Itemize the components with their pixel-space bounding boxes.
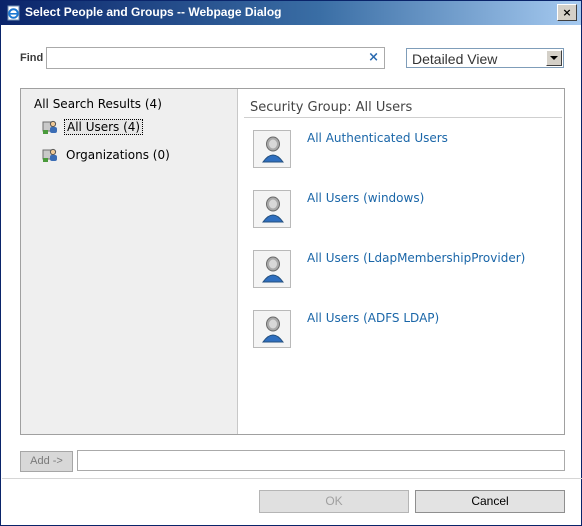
- user-avatar-icon: [253, 310, 291, 348]
- group-header: Security Group: All Users: [250, 100, 413, 115]
- user-avatar-icon: [253, 250, 291, 288]
- entity-name-link[interactable]: All Users (windows): [307, 191, 424, 205]
- header-divider: [244, 117, 562, 118]
- find-field[interactable]: ×: [46, 47, 385, 69]
- close-button[interactable]: ×: [557, 4, 577, 21]
- user-avatar-icon: [253, 190, 291, 228]
- view-select-value: Detailed View: [412, 51, 498, 67]
- results-list: Security Group: All Users All Authentica…: [239, 89, 564, 434]
- find-label: Find: [20, 52, 44, 64]
- entity-row[interactable]: All Users (windows): [253, 190, 553, 230]
- entity-row[interactable]: All Users (ADFS LDAP): [253, 310, 553, 350]
- tree-item-label: Organizations (0): [66, 148, 170, 162]
- window-title: Select People and Groups -- Webpage Dial…: [25, 5, 282, 19]
- entity-name-link[interactable]: All Users (LdapMembershipProvider): [307, 251, 525, 265]
- search-results-panel: All Search Results (4) All Users (4) Org…: [20, 88, 565, 435]
- dialog-window: Select People and Groups -- Webpage Dial…: [0, 0, 582, 526]
- selected-names-field[interactable]: [77, 450, 565, 471]
- dropdown-arrow-icon[interactable]: [546, 50, 562, 66]
- tree-item-all-users[interactable]: All Users (4): [42, 118, 144, 136]
- entity-row[interactable]: All Users (LdapMembershipProvider): [253, 250, 553, 290]
- tree-item-label: All Users (4): [64, 119, 144, 135]
- footer-divider: [2, 478, 582, 479]
- results-tree: All Search Results (4) All Users (4) Org…: [21, 89, 238, 434]
- view-select[interactable]: Detailed View: [406, 48, 564, 68]
- tree-root-label: All Search Results (4): [34, 97, 162, 111]
- user-avatar-icon: [253, 130, 291, 168]
- cancel-button[interactable]: Cancel: [415, 490, 565, 513]
- ok-button[interactable]: OK: [259, 490, 409, 513]
- entity-name-link[interactable]: All Users (ADFS LDAP): [307, 311, 439, 325]
- ie-page-icon: [6, 5, 22, 21]
- tree-item-organizations[interactable]: Organizations (0): [42, 146, 172, 164]
- find-input[interactable]: [47, 48, 357, 68]
- group-icon: [42, 119, 60, 135]
- title-bar[interactable]: Select People and Groups -- Webpage Dial…: [1, 1, 581, 25]
- clear-search-icon[interactable]: ×: [368, 50, 379, 65]
- add-button[interactable]: Add ->: [20, 451, 73, 472]
- entity-row[interactable]: All Authenticated Users: [253, 130, 553, 170]
- group-icon: [42, 147, 60, 163]
- entity-name-link[interactable]: All Authenticated Users: [307, 131, 448, 145]
